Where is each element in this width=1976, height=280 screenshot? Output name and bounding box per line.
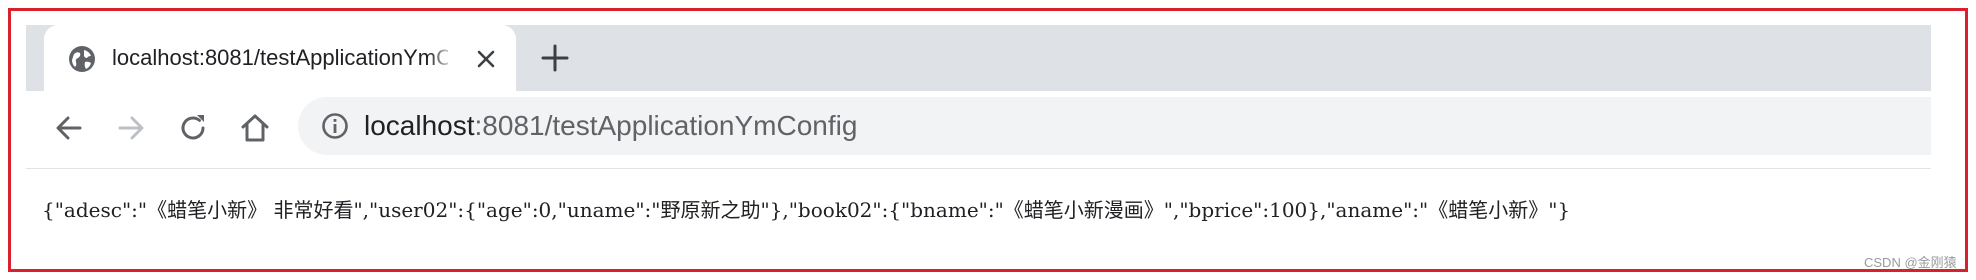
- address-bar[interactable]: localhost:8081/testApplicationYmConfig: [298, 97, 1931, 155]
- url-host: localhost: [364, 110, 475, 141]
- tab-strip: localhost:8081/testApplicationYmConfig: [26, 25, 1931, 91]
- browser-toolbar: localhost:8081/testApplicationYmConfig: [26, 91, 1931, 163]
- plus-icon[interactable]: [538, 41, 572, 75]
- close-icon[interactable]: [474, 47, 498, 71]
- reload-icon[interactable]: [176, 111, 210, 145]
- tab-title-fade: [428, 39, 454, 77]
- tab-title: localhost:8081/testApplicationYmConfig: [112, 45, 448, 70]
- toolbar-divider: [26, 168, 1931, 169]
- arrow-right-icon[interactable]: [114, 111, 148, 145]
- watermark: CSDN @金刚猿: [1864, 255, 1957, 270]
- json-response-text: {"adesc":"《蜡笔小新》 非常好看","user02":{"age":0…: [42, 198, 1571, 222]
- url-text[interactable]: localhost:8081/testApplicationYmConfig: [364, 109, 857, 143]
- home-icon[interactable]: [238, 111, 272, 145]
- url-path: :8081/testApplicationYmConfig: [474, 110, 858, 141]
- info-icon[interactable]: [320, 111, 350, 141]
- globe-icon: [69, 46, 95, 72]
- browser-tab[interactable]: localhost:8081/testApplicationYmConfig: [44, 25, 516, 91]
- arrow-left-icon[interactable]: [52, 111, 86, 145]
